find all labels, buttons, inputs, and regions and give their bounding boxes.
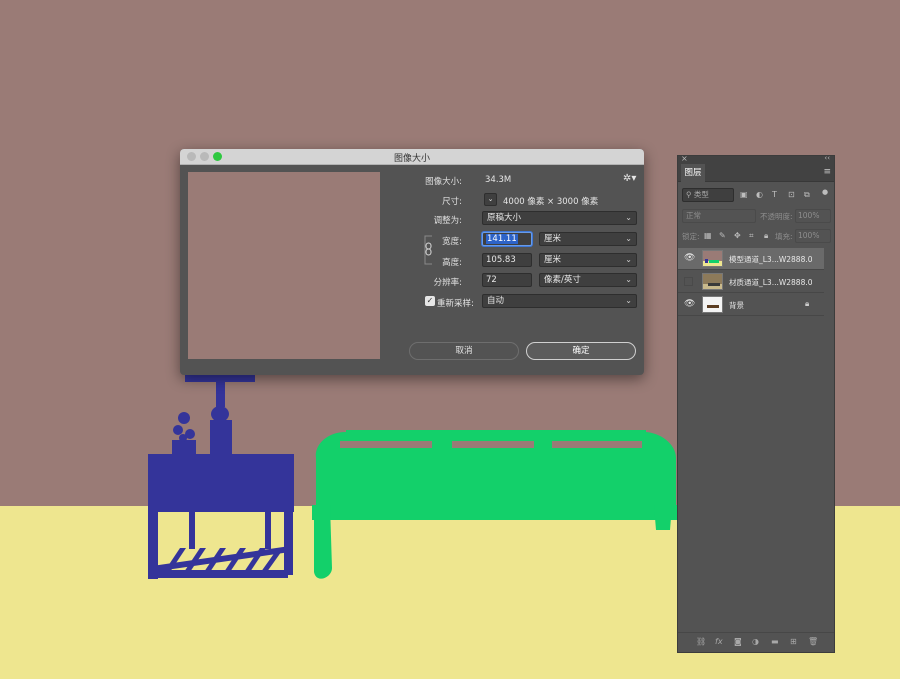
side-table-silhouette bbox=[148, 374, 294, 579]
resolution-unit: 像素/英寸 bbox=[544, 275, 581, 285]
fit-to-label: 调整为: bbox=[433, 216, 462, 226]
image-size-label: 图像大小: bbox=[425, 177, 462, 187]
width-input[interactable]: 141.11 bbox=[482, 232, 532, 246]
resample-select[interactable]: 自动 ⌄ bbox=[482, 294, 637, 308]
smart-object-filter-icon[interactable]: ⧉ bbox=[804, 190, 810, 200]
resolution-value: 72 bbox=[486, 275, 497, 285]
resample-value: 自动 bbox=[487, 296, 505, 306]
layer-thumbnail bbox=[702, 273, 723, 290]
chevron-down-icon: ⌄ bbox=[625, 234, 632, 243]
folder-icon[interactable]: ▬ bbox=[771, 637, 779, 646]
layers-footer: ⛓ fx ◙ ◑ ▬ ⊞ 🗑︎ bbox=[678, 632, 834, 652]
chevron-down-icon: ⌄ bbox=[625, 275, 632, 284]
eye-icon[interactable]: 👁︎ bbox=[684, 253, 695, 263]
image-preview[interactable] bbox=[188, 172, 380, 359]
new-layer-icon[interactable]: ⊞ bbox=[790, 637, 797, 646]
lock-position-icon[interactable]: ✥ bbox=[734, 231, 741, 240]
layer-name: 背景 bbox=[729, 301, 744, 310]
chevron-down-icon: ⌄ bbox=[625, 255, 632, 264]
layer-row-model[interactable]: 👁︎ 模型通道_L3...W2888.0 bbox=[678, 248, 824, 270]
lock-label: 锁定: bbox=[682, 232, 700, 241]
lock-fill-row: 锁定: ▦ ✎ ✥ ⌗ 🔒︎ 填充: 100% bbox=[678, 228, 836, 246]
close-icon[interactable]: × bbox=[681, 154, 688, 163]
adjustment-icon[interactable]: ◑ bbox=[752, 637, 759, 646]
filter-kind-value: 类型 bbox=[693, 190, 709, 199]
lock-artboard-icon[interactable]: ⌗ bbox=[749, 231, 754, 241]
dimensions-value: 4000 像素 × 3000 像素 bbox=[503, 197, 599, 207]
chevron-down-icon: ⌄ bbox=[625, 296, 632, 305]
image-size-value: 34.3M bbox=[485, 175, 512, 185]
fill-label: 填充: bbox=[775, 232, 793, 241]
link-layers-icon[interactable]: ⛓ bbox=[696, 637, 706, 646]
opacity-value: 100% bbox=[798, 211, 820, 220]
height-label: 高度: bbox=[442, 258, 462, 268]
shape-filter-icon[interactable]: ⊡ bbox=[788, 190, 795, 199]
resolution-label: 分辨率: bbox=[433, 278, 462, 288]
layers-panel: × ‹‹ 图层 ≡ ⚲ 类型 ▣ ◐ T ⊡ ⧉ ● 正常 不透明度: 100%… bbox=[677, 154, 836, 653]
chevron-down-icon: ⌄ bbox=[625, 213, 632, 222]
opacity-input[interactable]: 100% bbox=[795, 209, 831, 223]
layer-filter-row: ⚲ 类型 ▣ ◐ T ⊡ ⧉ ● bbox=[678, 186, 836, 206]
cancel-button[interactable]: 取消 bbox=[409, 342, 519, 360]
image-size-dialog: 图像大小 图像大小: 34.3M ✲▾ 尺寸: ⌄ 4000 像素 × 3000… bbox=[180, 149, 644, 375]
resolution-input[interactable]: 72 bbox=[482, 273, 532, 287]
width-unit-select[interactable]: 厘米 ⌄ bbox=[539, 232, 637, 246]
lock-all-icon[interactable]: 🔒︎ bbox=[764, 231, 768, 241]
filter-kind-select[interactable]: ⚲ 类型 bbox=[682, 188, 734, 202]
blend-opacity-row: 正常 不透明度: 100% bbox=[678, 208, 836, 226]
fill-input[interactable]: 100% bbox=[795, 229, 831, 243]
width-value: 141.11 bbox=[486, 234, 518, 244]
blend-mode-select[interactable]: 正常 bbox=[682, 209, 756, 223]
fit-to-value: 原稿大小 bbox=[487, 213, 522, 223]
ok-button[interactable]: 确定 bbox=[526, 342, 636, 360]
collapse-icon[interactable]: ‹‹ bbox=[824, 154, 830, 162]
fill-value: 100% bbox=[798, 231, 820, 240]
lock-paint-icon[interactable]: ✎ bbox=[719, 231, 726, 240]
width-unit: 厘米 bbox=[544, 234, 562, 244]
type-filter-icon[interactable]: T bbox=[772, 190, 777, 199]
panel-top-strip: × ‹‹ bbox=[678, 154, 834, 164]
dimensions-unit-chevron-icon[interactable]: ⌄ bbox=[484, 193, 497, 206]
dialog-title: 图像大小 bbox=[393, 154, 430, 164]
eye-hidden-icon[interactable] bbox=[684, 277, 693, 286]
trash-icon[interactable]: 🗑︎ bbox=[808, 637, 818, 646]
dialog-titlebar[interactable]: 图像大小 bbox=[180, 149, 644, 165]
fit-to-select[interactable]: 原稿大小 ⌄ bbox=[482, 211, 637, 225]
panel-tabs: 图层 ≡ bbox=[678, 164, 834, 182]
lock-icon: 🔒︎ bbox=[805, 299, 810, 308]
height-unit: 厘米 bbox=[544, 255, 562, 265]
layer-name: 模型通道_L3...W2888.0 bbox=[729, 255, 813, 264]
height-input[interactable]: 105.83 bbox=[482, 253, 532, 267]
blend-mode-value: 正常 bbox=[686, 211, 701, 220]
eye-icon[interactable]: 👁︎ bbox=[684, 299, 695, 309]
resolution-unit-select[interactable]: 像素/英寸 ⌄ bbox=[539, 273, 637, 287]
height-unit-select[interactable]: 厘米 ⌄ bbox=[539, 253, 637, 267]
resample-label: 重新采样: bbox=[437, 299, 474, 309]
layer-row-background[interactable]: 👁︎ 背景 🔒︎ bbox=[678, 294, 824, 316]
sofa-silhouette bbox=[312, 430, 680, 579]
layer-name: 材质通道_L3...W2888.0 bbox=[729, 278, 813, 287]
width-label: 宽度: bbox=[442, 237, 462, 247]
layer-thumbnail bbox=[702, 296, 723, 313]
panel-menu-icon[interactable]: ≡ bbox=[823, 167, 831, 177]
gear-icon[interactable]: ✲▾ bbox=[623, 173, 636, 184]
pixel-filter-icon[interactable]: ▣ bbox=[740, 190, 748, 199]
filter-toggle-icon[interactable]: ● bbox=[822, 188, 828, 196]
opacity-label: 不透明度: bbox=[760, 212, 793, 221]
adjustment-filter-icon[interactable]: ◐ bbox=[756, 190, 763, 199]
fx-icon[interactable]: fx bbox=[715, 637, 723, 646]
resample-checkbox[interactable]: ✓ bbox=[425, 296, 435, 306]
lock-transparent-icon[interactable]: ▦ bbox=[704, 231, 712, 240]
mask-icon[interactable]: ◙ bbox=[734, 637, 742, 646]
tab-layers[interactable]: 图层 bbox=[681, 164, 705, 182]
layer-row-material[interactable]: 材质通道_L3...W2888.0 bbox=[678, 271, 824, 293]
height-value: 105.83 bbox=[486, 255, 516, 265]
dimensions-label: 尺寸: bbox=[442, 197, 462, 207]
layer-thumbnail bbox=[702, 250, 723, 267]
